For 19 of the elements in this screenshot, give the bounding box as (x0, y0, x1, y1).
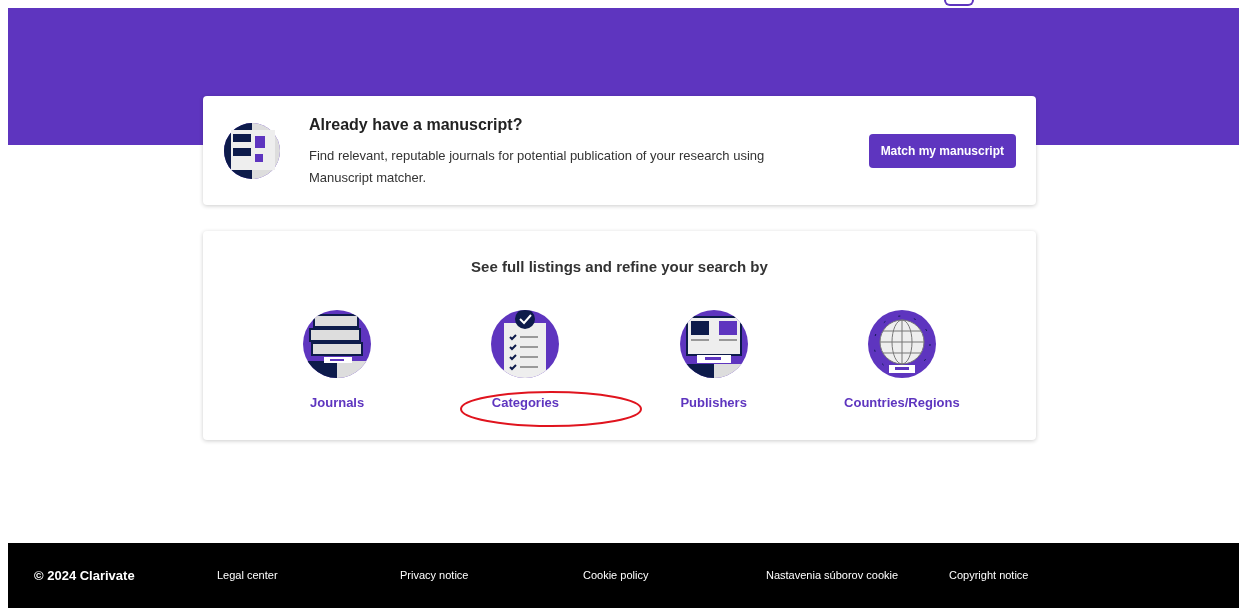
listing-link[interactable]: Publishers (680, 392, 747, 412)
footer-link[interactable]: Cookie policy (583, 567, 766, 584)
book-stack-icon (302, 308, 373, 379)
globe-icon (866, 308, 937, 379)
open-book-icon (678, 308, 749, 379)
listing-link[interactable]: Journals (310, 392, 365, 412)
card-description: Find relevant, reputable journals for potential publication of your research using Manuscript matcher. (309, 146, 766, 187)
footer-link[interactable]: Privacy notice (400, 567, 583, 584)
copyright: © 2024 Clarivate (34, 566, 136, 585)
search-button[interactable] (943, 0, 974, 6)
card-title: Already have a manuscript? (309, 114, 524, 135)
listing-link[interactable]: Countries/Regions (844, 392, 960, 412)
checklist-icon (490, 308, 561, 379)
footer-link[interactable]: Copyright notice (949, 567, 1132, 584)
footer-link[interactable]: Nastavenia súborov cookie (766, 567, 949, 584)
document-icon (223, 121, 281, 180)
match-manuscript-button[interactable]: Match my manuscript (868, 133, 1016, 168)
footer-link[interactable]: Legal center (217, 567, 400, 584)
listings-heading: See full listings and refine your search by (471, 257, 768, 277)
